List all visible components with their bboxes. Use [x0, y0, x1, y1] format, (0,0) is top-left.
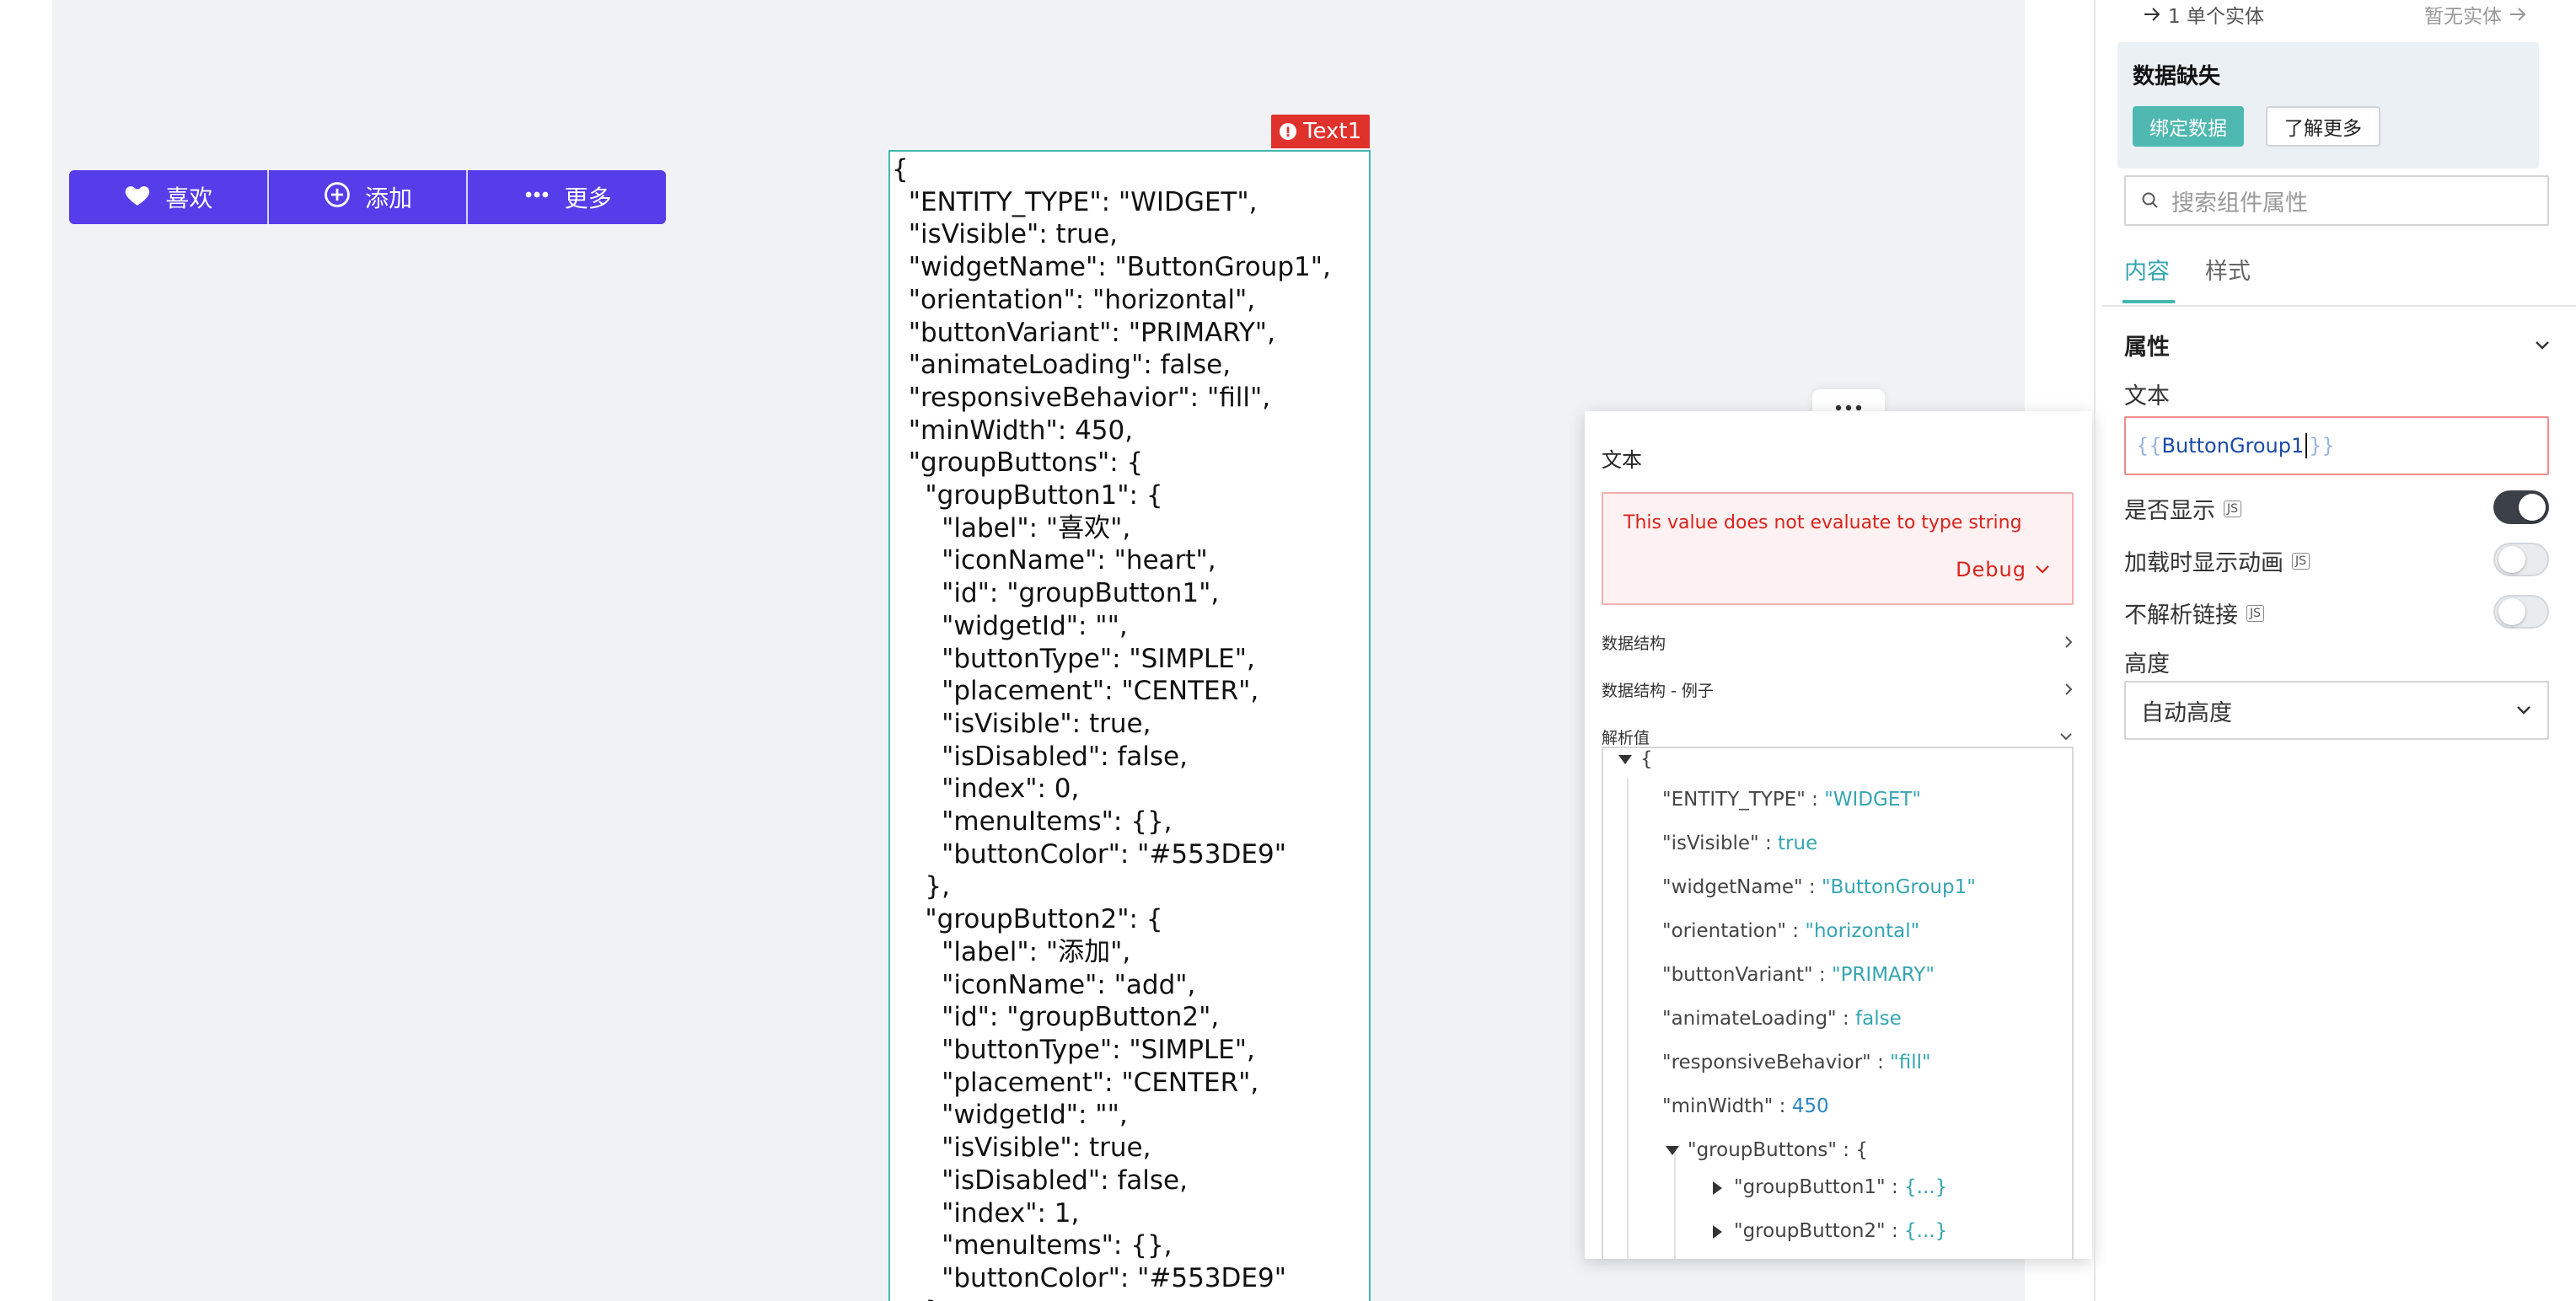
caret-right-icon: [1713, 1181, 1722, 1195]
section-label: 数据结构: [1602, 634, 1666, 653]
left-margin: [0, 0, 52, 1301]
text-cursor: [2305, 433, 2308, 458]
section-properties-header[interactable]: 属性: [2124, 329, 2551, 361]
chevron-down-icon: [2536, 340, 2549, 350]
search-placeholder: 搜索组件属性: [2171, 190, 2308, 217]
group-button-label: 更多: [564, 185, 612, 212]
group-button-add[interactable]: 添加: [269, 170, 469, 224]
entity-bar: 1 单个实体 暂无实体: [2123, 0, 2527, 34]
binding-open-brace: {{: [2136, 434, 2162, 458]
error-icon: !: [1280, 123, 1296, 140]
disable-link-toggle[interactable]: [2493, 595, 2549, 629]
js-toggle-badge[interactable]: JS: [2292, 552, 2310, 570]
search-icon: [2142, 192, 2158, 208]
toggle-knob: [2498, 546, 2525, 573]
property-search-input[interactable]: 搜索组件属性: [2124, 175, 2549, 226]
height-select[interactable]: 自动高度: [2124, 681, 2549, 740]
entity-link[interactable]: 1 单个实体: [2143, 0, 2264, 29]
tab-style[interactable]: 样式: [2205, 253, 2251, 286]
disable-link-property-label: 不解析链接 JS: [2124, 597, 2265, 629]
caret-right-icon: [1713, 1224, 1722, 1239]
active-tab-indicator: [2123, 300, 2175, 303]
visible-property-label: 是否显示 JS: [2124, 492, 2242, 525]
more-dots-icon: [523, 180, 551, 215]
no-entity-link[interactable]: 暂无实体: [2424, 0, 2527, 29]
group-button-label: 添加: [365, 185, 413, 212]
debug-button[interactable]: Debug: [1956, 558, 2050, 581]
js-toggle-badge[interactable]: JS: [2224, 500, 2242, 517]
entity-link-label: 1 单个实体: [2168, 6, 2264, 28]
property-tabs: 内容 样式: [2102, 244, 2576, 307]
js-toggle-badge[interactable]: JS: [2246, 604, 2265, 622]
text-property-input[interactable]: {{ButtonGroup1}}: [2124, 416, 2549, 475]
animate-loading-property-label: 加载时显示动画 JS: [2124, 544, 2310, 577]
debug-label: Debug: [1956, 558, 2026, 581]
binding-close-brace: }}: [2309, 434, 2335, 458]
caret-down-icon: [1618, 755, 1632, 764]
tree-group-row[interactable]: "groupButtons" : {: [1666, 1139, 1868, 1161]
chevron-down-icon: [2060, 733, 2072, 741]
tree-entry: "widgetName" : "ButtonGroup1": [1662, 876, 1976, 898]
group-button-label: 喜欢: [165, 185, 213, 212]
no-entity-label: 暂无实体: [2424, 6, 2502, 28]
text-widget-content: { "ENTITY_TYPE": "WIDGET", "isVisible": …: [892, 154, 1331, 1301]
data-missing-card: 数据缺失 绑定数据 了解更多: [2117, 42, 2539, 169]
toggle-knob: [2498, 598, 2525, 625]
arrow-right-icon: [2144, 8, 2160, 21]
visible-label-text: 是否显示: [2124, 498, 2215, 524]
chevron-down-icon: [2517, 706, 2530, 715]
popup-title: 文本: [1602, 448, 1642, 472]
tree-entry: "isVisible" : true: [1662, 833, 1818, 854]
tree-guide-line: [1627, 779, 1629, 1259]
tree-root-row[interactable]: {: [1618, 748, 1653, 770]
add-circle-icon: [323, 180, 352, 215]
tree-entry: "buttonVariant" : "PRIMARY": [1662, 964, 1935, 986]
tree-guide-line: [1674, 1148, 1676, 1259]
text-widget-name: Text1: [1303, 119, 1362, 144]
chevron-right-icon: [2065, 683, 2073, 695]
arrow-right-icon: [2510, 8, 2526, 21]
data-missing-title: 数据缺失: [2133, 64, 2221, 89]
section-properties-title: 属性: [2124, 335, 2170, 361]
chevron-down-icon: [2036, 565, 2049, 574]
animate-loading-toggle[interactable]: [2493, 543, 2549, 576]
error-box: This value does not evaluate to type str…: [1602, 492, 2074, 605]
tab-content[interactable]: 内容: [2124, 253, 2170, 286]
disable-link-label-text: 不解析链接: [2124, 602, 2238, 629]
section-data-example[interactable]: 数据结构 - 例子: [1602, 672, 2074, 706]
tree-child-row[interactable]: "groupButton2" : {...}: [1713, 1220, 1947, 1242]
text-widget-name-tag[interactable]: ! Text1: [1271, 115, 1371, 148]
pane-divider: [2094, 0, 2096, 1301]
group-button-more[interactable]: 更多: [468, 170, 666, 224]
text-property-label: 文本: [2124, 383, 2170, 410]
group-button-like[interactable]: 喜欢: [69, 170, 269, 224]
height-select-value: 自动高度: [2141, 699, 2232, 726]
caret-down-icon: [1666, 1146, 1679, 1155]
visible-toggle[interactable]: [2493, 490, 2549, 524]
section-data-structure[interactable]: 数据结构: [1602, 625, 2074, 659]
height-property-label: 高度: [2124, 651, 2170, 677]
evaluated-value-popup: 文本 This value does not evaluate to type …: [1585, 411, 2092, 1259]
heart-icon: [123, 180, 152, 215]
section-label: 解析值: [1602, 728, 1650, 747]
bind-data-button[interactable]: 绑定数据: [2133, 106, 2244, 147]
animate-loading-label-text: 加载时显示动画: [2124, 550, 2284, 576]
tree-entry: "ENTITY_TYPE" : "WIDGET": [1662, 789, 1922, 811]
evaluated-value-tree: { "ENTITY_TYPE" : "WIDGET" "isVisible" :…: [1602, 747, 2074, 1259]
learn-more-button[interactable]: 了解更多: [2266, 106, 2380, 147]
text-widget[interactable]: { "ENTITY_TYPE": "WIDGET", "isVisible": …: [888, 150, 1371, 1301]
tree-child-row[interactable]: "groupButton1" : {...}: [1713, 1176, 1947, 1198]
button-group-widget[interactable]: 喜欢 添加 更多: [69, 170, 666, 224]
binding-value: ButtonGroup1: [2161, 434, 2305, 458]
tree-entry: "responsiveBehavior" : "fill": [1662, 1052, 1931, 1073]
toggle-knob: [2519, 494, 2546, 521]
tree-entry: "animateLoading" : false: [1662, 1008, 1902, 1030]
tree-entry: "orientation" : "horizontal": [1662, 920, 1920, 942]
tree-entry: "minWidth" : 450: [1662, 1095, 1829, 1117]
section-label: 数据结构 - 例子: [1602, 681, 1714, 700]
error-message: This value does not evaluate to type str…: [1623, 512, 2022, 533]
chevron-right-icon: [2065, 636, 2073, 648]
